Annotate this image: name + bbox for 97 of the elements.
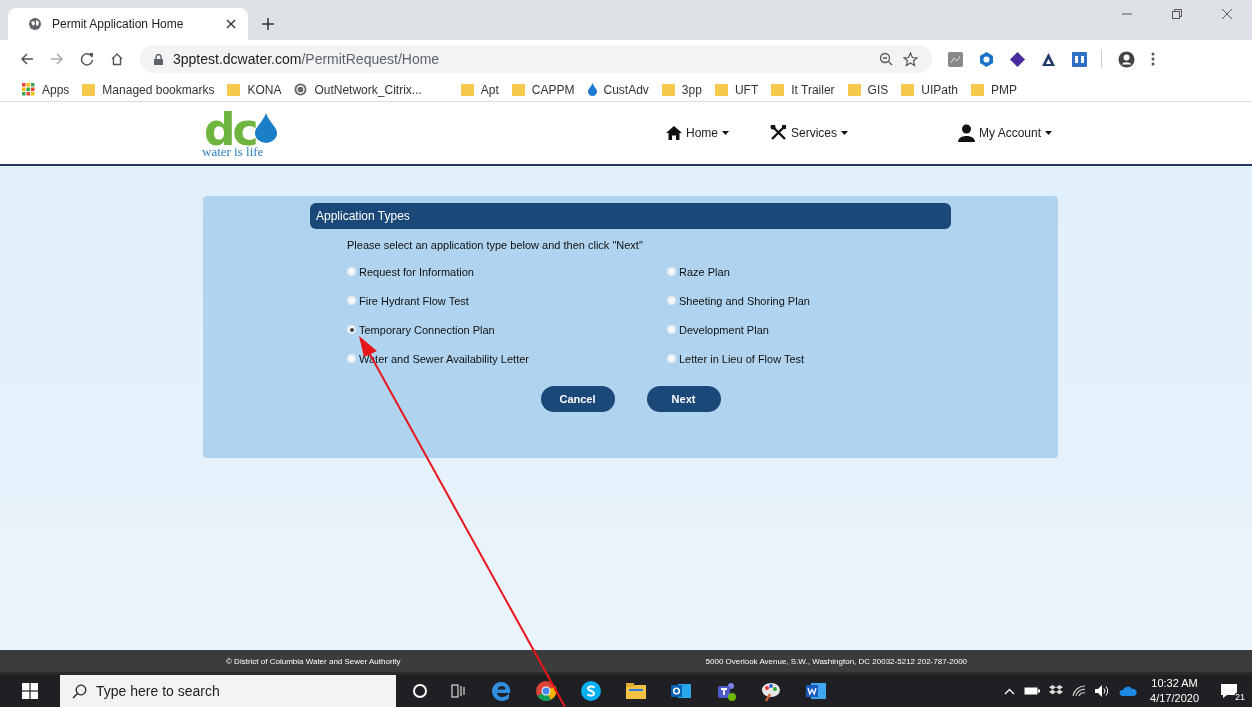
folder-icon <box>970 83 984 96</box>
bookmark[interactable]: Apps <box>22 82 70 97</box>
radio-button[interactable] <box>667 296 676 305</box>
folder-icon <box>511 83 525 96</box>
paint-icon[interactable] <box>760 680 782 702</box>
windows-start-icon[interactable] <box>22 683 38 699</box>
radio-button[interactable] <box>347 354 356 363</box>
bookmark[interactable]: Managed bookmarks <box>82 82 215 97</box>
new-tab-icon[interactable] <box>262 18 274 30</box>
radio-option[interactable]: Letter in Lieu of Flow Test <box>667 350 967 367</box>
menu-icon[interactable] <box>1151 52 1155 66</box>
folder-icon <box>460 83 474 96</box>
caret-icon <box>841 131 848 135</box>
nav-menu[interactable]: My Account <box>958 124 1053 142</box>
back-icon[interactable] <box>20 52 34 66</box>
bookmark[interactable]: 3pp <box>661 82 702 97</box>
battery-icon[interactable] <box>1024 686 1041 696</box>
wifi-icon[interactable] <box>1072 685 1087 697</box>
caret-icon <box>722 131 729 135</box>
bookmark[interactable]: PMP <box>970 82 1017 97</box>
panel-title: Application Types <box>310 203 951 229</box>
profile-icon[interactable] <box>1118 50 1135 68</box>
chrome-icon[interactable] <box>535 680 557 702</box>
radio-option[interactable]: Request for Information <box>347 263 667 280</box>
folder-icon[interactable] <box>625 680 647 702</box>
radio-button[interactable] <box>667 267 676 276</box>
lock-icon <box>154 53 163 65</box>
bookmark[interactable]: CAPPM <box>511 82 575 97</box>
star-icon[interactable] <box>903 51 918 67</box>
spiral-icon <box>294 83 308 96</box>
bookmark[interactable]: KONA <box>227 82 282 97</box>
folder-icon <box>227 83 241 96</box>
zoom-icon[interactable] <box>879 52 893 66</box>
clock[interactable]: 10:32 AM 4/17/2020 <box>1150 676 1199 706</box>
speaker-icon[interactable] <box>1095 685 1111 697</box>
bookmark[interactable]: CustAdv <box>587 82 649 97</box>
diamond-icon[interactable] <box>1010 51 1025 67</box>
radio-button[interactable] <box>347 267 356 276</box>
folder-icon <box>714 83 728 96</box>
extension-icon[interactable] <box>1072 51 1087 67</box>
address-field[interactable]: 3pptest.dcwater.com/PermitRequest/Home <box>140 45 932 73</box>
triangle-icon[interactable] <box>1041 51 1056 67</box>
bookmark[interactable]: GIS <box>847 82 889 97</box>
instructions: Please select an application type below and then click "Next" <box>347 239 644 251</box>
chevron-up-icon[interactable] <box>1004 687 1016 695</box>
water-drop-icon <box>587 83 597 96</box>
tools-icon <box>770 125 787 141</box>
user-icon <box>958 124 975 142</box>
bookmark[interactable]: UIPath <box>901 82 958 97</box>
close-icon[interactable] <box>226 19 236 29</box>
bookmark[interactable]: It Trailer <box>771 82 835 97</box>
browser-tab[interactable]: Permit Application Home <box>8 8 248 40</box>
cortana-icon[interactable] <box>412 683 428 699</box>
radio-option[interactable]: Development Plan <box>667 321 967 338</box>
taskbar-search-field[interactable]: Type here to search <box>60 675 396 707</box>
radio-button[interactable] <box>347 325 356 334</box>
task-view-icon[interactable] <box>451 683 467 699</box>
nav-menu[interactable]: Home <box>666 124 770 142</box>
restore-icon[interactable] <box>1171 8 1183 20</box>
radio-button[interactable] <box>667 325 676 334</box>
folder-icon <box>771 83 785 96</box>
folder-icon <box>661 83 675 96</box>
radio-option[interactable]: Fire Hydrant Flow Test <box>347 292 667 309</box>
folder-icon <box>901 83 915 96</box>
cloud-icon[interactable] <box>1119 686 1138 696</box>
bookmark[interactable]: UFT <box>714 82 759 97</box>
close-icon[interactable] <box>1221 8 1233 20</box>
bookmark[interactable]: OutNetwork_Citrix... <box>294 82 422 97</box>
form-button[interactable]: Next <box>646 386 721 412</box>
tab-title: Permit Application Home <box>52 17 185 31</box>
notification-button[interactable]: 21 <box>1220 680 1244 702</box>
reload-icon[interactable] <box>80 52 94 66</box>
home-icon[interactable] <box>110 52 124 66</box>
bookmark[interactable]: Apt <box>460 82 499 97</box>
radio-option[interactable]: Sheeting and Shoring Plan <box>667 292 967 309</box>
radio-option[interactable]: Raze Plan <box>667 263 967 280</box>
apps-grid-icon <box>22 83 35 96</box>
folder-icon <box>82 83 96 96</box>
radio-button[interactable] <box>667 354 676 363</box>
nav-menu[interactable]: Services <box>770 124 958 142</box>
search-icon <box>72 683 87 699</box>
word-icon[interactable] <box>805 680 827 702</box>
form-button[interactable]: Cancel <box>540 386 615 412</box>
dropbox-icon[interactable] <box>1049 685 1064 697</box>
skype-icon[interactable] <box>580 680 602 702</box>
copyright-text: © District of Columbia Water and Sewer Authority <box>226 656 401 666</box>
teams-icon[interactable] <box>715 680 737 702</box>
radio-button[interactable] <box>347 296 356 305</box>
hexagon-icon[interactable] <box>979 51 994 67</box>
globe-icon <box>28 17 42 31</box>
home-icon <box>666 126 682 140</box>
caret-icon <box>1045 131 1053 135</box>
folder-icon <box>847 83 861 96</box>
extension-icon[interactable] <box>948 51 963 67</box>
edge-browser-icon[interactable] <box>490 680 512 702</box>
radio-option[interactable]: Temporary Connection Plan <box>347 321 667 338</box>
address-text: 5000 Overlook Avenue, S.W., Washington, DC 20032-5212 202-787-2000 <box>705 656 968 666</box>
